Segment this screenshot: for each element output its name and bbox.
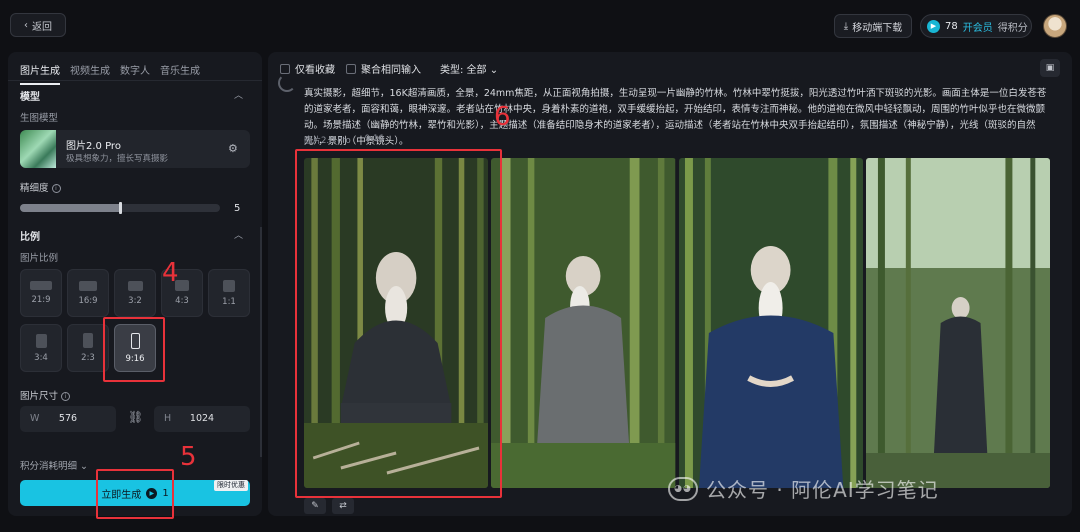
generation-settings-panel: 图片生成 视频生成 数字人 音乐生成 模型 ︿ 生图模型 图片2.0 Pro 极… [8, 52, 262, 516]
back-button[interactable]: ‹ 返回 [10, 13, 66, 37]
ratio-16-9[interactable]: 16:9 [67, 269, 109, 317]
image-3-graphic [678, 158, 863, 488]
avatar[interactable] [1043, 14, 1067, 38]
generated-image-4[interactable] [865, 158, 1050, 488]
credit-icon: ▶ [927, 19, 940, 33]
loading-ring-icon [278, 74, 296, 92]
annotation-number-6: 6 [494, 102, 511, 132]
tab-video-generation[interactable]: 视频生成 [70, 62, 110, 85]
panel-scrollbar[interactable] [260, 227, 262, 457]
ratio-label-16-9: 16:9 [78, 295, 98, 306]
meta-model: 图片2.0 Pro [304, 136, 351, 146]
regenerate-icon[interactable]: ⇄ [332, 498, 354, 514]
watermark-text: 公众号 · 阿伦AI学习笔记 [706, 478, 939, 502]
width-value[interactable]: 576 [20, 413, 116, 424]
ratio-label-2-3: 2:3 [81, 353, 95, 363]
highlight-box-generate [96, 469, 174, 519]
chevron-left-icon: ‹ [24, 19, 28, 31]
chevron-down-icon: ⌄ [80, 461, 89, 472]
ratio-label-3-4: 3:4 [34, 352, 48, 363]
generated-image-2[interactable] [491, 158, 676, 488]
image-size-label-text: 图片尺寸 [20, 391, 59, 402]
chevron-up-icon[interactable]: ︿ [234, 88, 243, 101]
credit-count: 78 [945, 20, 958, 32]
cost-detail-label: 积分消耗明细 [20, 461, 78, 472]
back-label: 返回 [32, 21, 52, 33]
detail-label: 精细度 i [20, 180, 61, 194]
ratio-shape-icon [30, 281, 52, 290]
detail-slider-handle[interactable] [119, 202, 122, 214]
ratio-21-9[interactable]: 21:9 [20, 269, 62, 317]
edit-icon[interactable]: ✎ [304, 498, 326, 514]
type-filter-label: 类型: 全部 [440, 65, 487, 76]
model-selector[interactable]: 图片2.0 Pro 极具想象力，擅长写真摄影 ⚙ [20, 130, 250, 168]
ratio-shape-icon [223, 279, 235, 292]
meta-ratio: 9:16 [364, 134, 384, 144]
info-icon[interactable]: i [61, 392, 71, 401]
ratio-shape-icon [79, 280, 97, 291]
model-thumbnail [20, 130, 56, 168]
watermark: ◕◕ 公众号 · 阿伦AI学习笔记 [668, 474, 939, 503]
annotation-number-4: 4 [162, 258, 179, 288]
aggregate-filter[interactable]: 聚合相同输入 [346, 61, 421, 76]
top-bar: ‹ 返回 ⤓ 移动端下载 ▶ 78 开会员 得积分 [0, 0, 1080, 50]
height-value[interactable]: 1024 [154, 413, 250, 424]
ratio-1-1[interactable]: 1:1 [208, 269, 250, 317]
ratio-label-3-2: 3:2 [128, 295, 142, 306]
link-icon[interactable]: ⛓ [128, 410, 143, 424]
result-meta: 图片2.0 Pro 9:16 [304, 134, 384, 146]
sliders-icon[interactable]: ⚙ [228, 142, 238, 155]
folder-icon[interactable]: ▣ [1040, 59, 1060, 77]
ratio-label-4-3: 4:3 [175, 296, 189, 306]
image-2-graphic [491, 158, 676, 488]
ratio-section-title: 比例 [20, 232, 40, 243]
model-label: 生图模型 [20, 113, 59, 124]
detail-slider-fill [20, 204, 120, 212]
ratio-label-21-9: 21:9 [31, 295, 51, 305]
detail-value: 5 [234, 203, 241, 214]
info-icon[interactable]: i [51, 184, 61, 193]
aggregate-checkbox[interactable] [346, 63, 356, 74]
generated-image-3[interactable] [678, 158, 863, 488]
prompt-text: 真实摄影，超细节，16K超清画质，全景，24mm焦距，从正面视角拍摄，生动呈现一… [304, 88, 1047, 147]
height-field[interactable]: H 1024 [154, 406, 250, 432]
favorites-filter-label: 仅看收藏 [295, 65, 335, 76]
ratio-shape-icon [83, 333, 93, 348]
width-field[interactable]: W 576 [20, 406, 116, 432]
credits-badge[interactable]: ▶ 78 开会员 得积分 [920, 14, 1032, 38]
ratio-3-4[interactable]: 3:4 [20, 324, 62, 372]
ratio-shape-icon [35, 333, 47, 348]
tab-image-generation[interactable]: 图片生成 [20, 62, 60, 85]
ratio-label: 图片比例 [20, 253, 59, 264]
ratio-shape-icon [127, 280, 143, 291]
detail-label-text: 精细度 [20, 183, 49, 194]
promo-badge: 限时优惠 [214, 480, 248, 491]
ratio-3-2[interactable]: 3:2 [114, 269, 156, 317]
highlight-box-image [295, 149, 502, 498]
aggregate-filter-label: 聚合相同输入 [361, 65, 421, 76]
annotation-number-5: 5 [180, 442, 197, 472]
cost-detail-toggle[interactable]: 积分消耗明细 ⌄ [20, 458, 88, 472]
image-size-label: 图片尺寸 i [20, 388, 71, 402]
tab-digital-human[interactable]: 数字人 [120, 62, 150, 85]
mobile-download-button[interactable]: ⤓ 移动端下载 [834, 14, 912, 38]
favorites-checkbox[interactable] [280, 63, 290, 74]
model-description: 极具想象力，擅长写真摄影 [66, 154, 169, 164]
mobile-download-label: 移动端下载 [852, 22, 903, 34]
chevron-up-icon[interactable]: ︿ [234, 228, 243, 241]
highlight-box-ratio [103, 317, 165, 382]
wechat-logo-icon: ◕◕ [668, 476, 698, 501]
image-4-graphic [865, 158, 1050, 488]
model-name: 图片2.0 Pro [66, 141, 121, 152]
tab-music-generation[interactable]: 音乐生成 [160, 62, 200, 85]
type-filter-dropdown[interactable]: 类型: 全部 ⌄ [440, 61, 498, 76]
tabs-divider [8, 80, 262, 81]
chevron-down-icon: ⌄ [489, 65, 499, 76]
ratio-label-1-1: 1:1 [222, 296, 236, 307]
download-icon: ⤓ [843, 20, 849, 32]
mode-tabs: 图片生成 视频生成 数字人 音乐生成 [20, 62, 200, 85]
vip-link[interactable]: 开会员 [963, 19, 993, 34]
earn-credits-link[interactable]: 得积分 [998, 19, 1028, 34]
model-section-title: 模型 [20, 92, 40, 103]
